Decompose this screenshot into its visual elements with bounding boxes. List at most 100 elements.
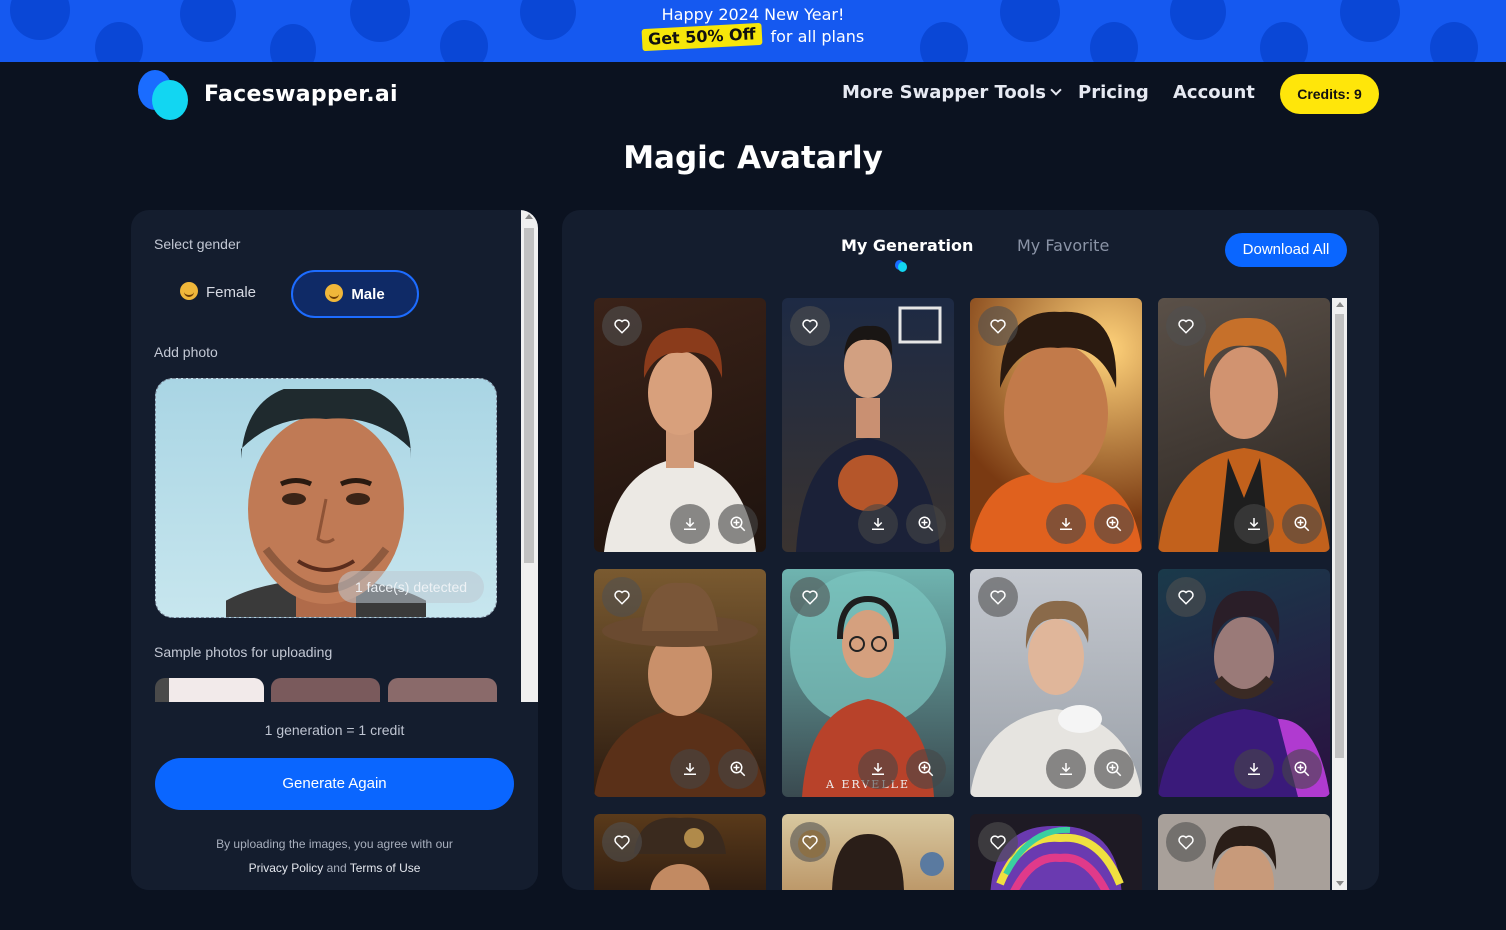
avatar-card[interactable] bbox=[1158, 814, 1330, 890]
sample-photo[interactable] bbox=[388, 678, 497, 702]
avatar-grid[interactable]: A ERVELLE bbox=[594, 298, 1330, 890]
download-button[interactable] bbox=[1046, 749, 1086, 789]
favorite-button[interactable] bbox=[602, 306, 642, 346]
zoom-button[interactable] bbox=[718, 504, 758, 544]
favorite-button[interactable] bbox=[1166, 577, 1206, 617]
promo-banner[interactable]: Happy 2024 New Year! Get 50% Off for all… bbox=[0, 0, 1506, 62]
favorite-button[interactable] bbox=[602, 822, 642, 862]
avatar-card[interactable] bbox=[594, 814, 766, 890]
heart-icon bbox=[1178, 835, 1194, 850]
favorite-button[interactable] bbox=[978, 822, 1018, 862]
favorite-button[interactable] bbox=[790, 822, 830, 862]
page-title: Magic Avatarly bbox=[623, 140, 883, 176]
avatar-card[interactable]: A ERVELLE bbox=[782, 569, 954, 797]
avatar-card[interactable] bbox=[970, 569, 1142, 797]
avatar-card[interactable] bbox=[594, 298, 766, 552]
sample-photos-label: Sample photos for uploading bbox=[154, 644, 333, 660]
nav-account[interactable]: Account bbox=[1173, 82, 1255, 103]
zoom-button[interactable] bbox=[906, 504, 946, 544]
gender-female-button[interactable]: Female bbox=[158, 270, 278, 318]
favorite-button[interactable] bbox=[978, 577, 1018, 617]
tab-my-favorite[interactable]: My Favorite bbox=[1017, 236, 1109, 255]
upload-panel-scrollbar[interactable] bbox=[521, 210, 538, 702]
heart-icon bbox=[1178, 319, 1194, 334]
terms-of-use-link[interactable]: Terms of Use bbox=[350, 861, 421, 875]
avatar-card[interactable] bbox=[594, 569, 766, 797]
download-button[interactable] bbox=[1234, 749, 1274, 789]
sample-photos bbox=[155, 678, 497, 702]
avatar-card[interactable] bbox=[782, 298, 954, 552]
zoom-in-icon bbox=[918, 516, 934, 532]
terms-prefix: By uploading the images, you agree with … bbox=[216, 837, 453, 851]
avatar-card[interactable] bbox=[1158, 298, 1330, 552]
download-button[interactable] bbox=[670, 504, 710, 544]
heart-icon bbox=[802, 835, 818, 850]
generate-again-button[interactable]: Generate Again bbox=[155, 758, 514, 810]
zoom-button[interactable] bbox=[1282, 504, 1322, 544]
zoom-button[interactable] bbox=[906, 749, 946, 789]
results-panel: My Generation My Favorite Download All A bbox=[562, 210, 1379, 890]
favorite-button[interactable] bbox=[790, 577, 830, 617]
zoom-in-icon bbox=[918, 761, 934, 777]
zoom-button[interactable] bbox=[1094, 749, 1134, 789]
download-button[interactable] bbox=[1046, 504, 1086, 544]
photo-upload-area[interactable]: 1 face(s) detected bbox=[155, 378, 497, 618]
download-icon bbox=[684, 763, 696, 775]
privacy-policy-link[interactable]: Privacy Policy bbox=[249, 861, 324, 875]
zoom-in-icon bbox=[730, 516, 746, 532]
results-scrollbar[interactable] bbox=[1332, 298, 1347, 890]
download-button[interactable] bbox=[858, 504, 898, 544]
zoom-button[interactable] bbox=[1094, 504, 1134, 544]
heart-icon bbox=[990, 835, 1006, 850]
heart-icon bbox=[990, 319, 1006, 334]
download-icon bbox=[1060, 518, 1072, 530]
gender-male-button[interactable]: Male bbox=[291, 270, 419, 318]
female-emoji-icon bbox=[179, 282, 198, 300]
terms-conjunction: and bbox=[326, 861, 347, 875]
sample-photo[interactable] bbox=[155, 678, 264, 702]
face-detected-badge: 1 face(s) detected bbox=[338, 571, 484, 603]
nav-pricing[interactable]: Pricing bbox=[1078, 82, 1149, 103]
download-icon bbox=[872, 763, 884, 775]
banner-offer: Get 50% Off bbox=[641, 22, 762, 52]
zoom-in-icon bbox=[1294, 761, 1310, 777]
favorite-button[interactable] bbox=[978, 306, 1018, 346]
download-button[interactable] bbox=[858, 749, 898, 789]
upload-panel-scroll-area[interactable]: Select gender Female Male Add photo 1 fa bbox=[131, 210, 521, 702]
active-tab-indicator bbox=[895, 260, 907, 272]
heart-icon bbox=[1178, 590, 1194, 605]
avatar-card[interactable] bbox=[970, 814, 1142, 890]
download-all-button[interactable]: Download All bbox=[1225, 233, 1347, 267]
favorite-button[interactable] bbox=[1166, 822, 1206, 862]
favorite-button[interactable] bbox=[1166, 306, 1206, 346]
zoom-in-icon bbox=[1106, 761, 1122, 777]
avatar-card[interactable] bbox=[782, 814, 954, 890]
zoom-button[interactable] bbox=[718, 749, 758, 789]
brand-name[interactable]: Faceswapper.ai bbox=[204, 82, 398, 107]
heart-icon bbox=[614, 319, 630, 334]
tab-my-generation[interactable]: My Generation bbox=[841, 236, 973, 255]
sample-photo[interactable] bbox=[271, 678, 380, 702]
logo-icon[interactable] bbox=[138, 70, 188, 120]
terms-notice: By uploading the images, you agree with … bbox=[131, 832, 538, 880]
gender-male-label: Male bbox=[351, 286, 385, 303]
male-emoji-icon bbox=[325, 284, 344, 302]
add-photo-label: Add photo bbox=[154, 344, 218, 360]
favorite-button[interactable] bbox=[602, 577, 642, 617]
avatar-card[interactable] bbox=[970, 298, 1142, 552]
banner-subtext: for all plans bbox=[770, 27, 865, 46]
download-button[interactable] bbox=[670, 749, 710, 789]
nav-tools-label: More Swapper Tools bbox=[842, 82, 1046, 103]
download-icon bbox=[684, 518, 696, 530]
zoom-button[interactable] bbox=[1282, 749, 1322, 789]
favorite-button[interactable] bbox=[790, 306, 830, 346]
zoom-in-icon bbox=[730, 761, 746, 777]
nav-more-swapper-tools[interactable]: More Swapper Tools bbox=[842, 82, 1062, 103]
download-button[interactable] bbox=[1234, 504, 1274, 544]
heart-icon bbox=[802, 590, 818, 605]
heart-icon bbox=[990, 590, 1006, 605]
avatar-card[interactable] bbox=[1158, 569, 1330, 797]
download-icon bbox=[1060, 763, 1072, 775]
heart-icon bbox=[614, 590, 630, 605]
credits-button[interactable]: Credits: 9 bbox=[1280, 74, 1379, 114]
